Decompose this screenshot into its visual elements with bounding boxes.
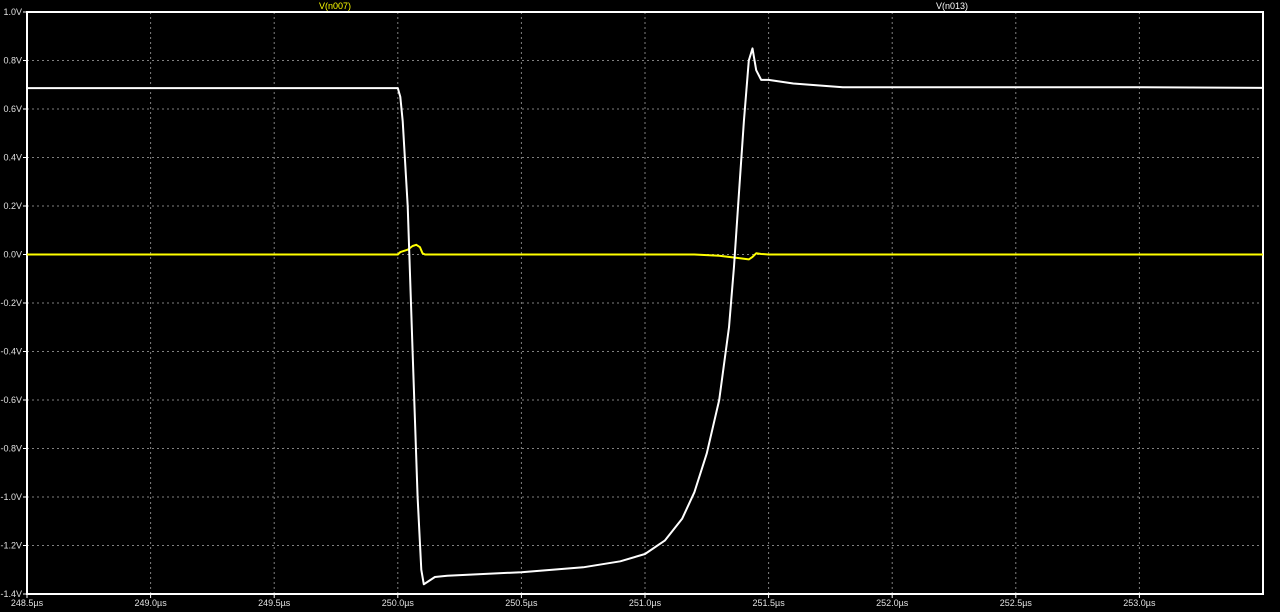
- x-tick-label: 249.0µs: [134, 598, 167, 608]
- y-tick-label: 0.0V: [3, 250, 22, 260]
- grid: [27, 12, 1263, 594]
- y-tick-label: -0.8V: [0, 444, 22, 454]
- y-tick-label: 0.2V: [3, 201, 22, 211]
- x-tick-label: 252.5µs: [1000, 598, 1033, 608]
- x-tick-label: 249.5µs: [258, 598, 291, 608]
- x-tick-label: 251.5µs: [752, 598, 785, 608]
- legend-entry: V(n013): [936, 1, 968, 11]
- y-tick-label: 1.0V: [3, 7, 22, 17]
- y-tick-label: -1.2V: [0, 541, 22, 551]
- x-tick-label: 250.5µs: [505, 598, 538, 608]
- x-tick-label: 250.0µs: [382, 598, 415, 608]
- y-tick-label: 0.4V: [3, 153, 22, 163]
- y-tick-label: -0.4V: [0, 347, 22, 357]
- x-tick-label: 251.0µs: [629, 598, 662, 608]
- y-tick-label: 0.6V: [3, 104, 22, 114]
- y-tick-label: -1.0V: [0, 492, 22, 502]
- waveform-plot[interactable]: 248.5µs 249.0µs 249.5µs 250.0µs 250.5µs 251.0…: [0, 0, 1280, 612]
- x-tick-label: 253.0µs: [1123, 598, 1156, 608]
- legend-entry: V(n007): [319, 1, 351, 11]
- y-tick-label: -0.2V: [0, 298, 22, 308]
- axes: 248.5µs 249.0µs 249.5µs 250.0µs 250.5µs 251.0…: [0, 7, 1264, 608]
- x-tick-label: 248.5µs: [11, 598, 44, 608]
- y-tick-label: 0.8V: [3, 56, 22, 66]
- y-tick-label: -0.6V: [0, 395, 22, 405]
- y-tick-label: -1.4V: [0, 589, 22, 599]
- x-tick-label: 252.0µs: [876, 598, 909, 608]
- legend: V(n007) V(n013): [319, 1, 968, 11]
